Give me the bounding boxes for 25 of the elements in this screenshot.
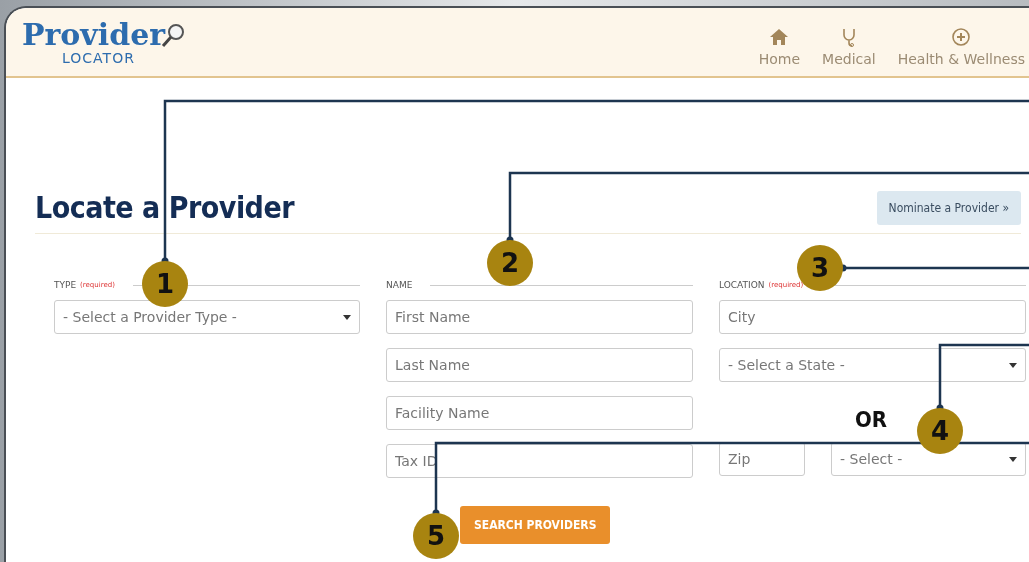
select-dropdown[interactable]: - Select a Provider Type - — [54, 300, 360, 334]
caret-icon — [1009, 362, 1017, 368]
section-label: LOCATION — [719, 280, 765, 290]
select-dropdown[interactable]: - Select - — [831, 442, 1026, 476]
logo-title: Provider — [22, 18, 166, 51]
input-field[interactable]: Last Name — [386, 348, 693, 382]
input-field[interactable]: Facility Name — [386, 396, 693, 430]
logo-subtitle: LOCATOR — [62, 50, 135, 66]
select-dropdown[interactable]: - Select a State - — [719, 348, 1026, 382]
home-icon — [769, 27, 790, 47]
nav-link[interactable]: Health & Wellness — [893, 27, 1029, 67]
plus-circle-icon — [951, 27, 972, 47]
input-field[interactable]: First Name — [386, 300, 693, 334]
caret-icon — [1009, 456, 1017, 462]
section-label: TYPE — [54, 280, 77, 290]
or-label: OR — [855, 406, 888, 432]
section-label: NAME — [386, 280, 413, 290]
nominate-button[interactable]: Nominate a Provider » — [876, 190, 1021, 225]
page-title: Locate a Provider — [35, 190, 295, 225]
nav-link[interactable]: Medical — [818, 27, 880, 67]
search-button[interactable]: SEARCH PROVIDERS — [460, 506, 611, 544]
input-field[interactable]: City — [719, 300, 1026, 334]
input-field[interactable]: Zip — [719, 442, 805, 476]
caret-icon — [343, 314, 351, 320]
nav-link[interactable]: Home — [754, 27, 805, 67]
